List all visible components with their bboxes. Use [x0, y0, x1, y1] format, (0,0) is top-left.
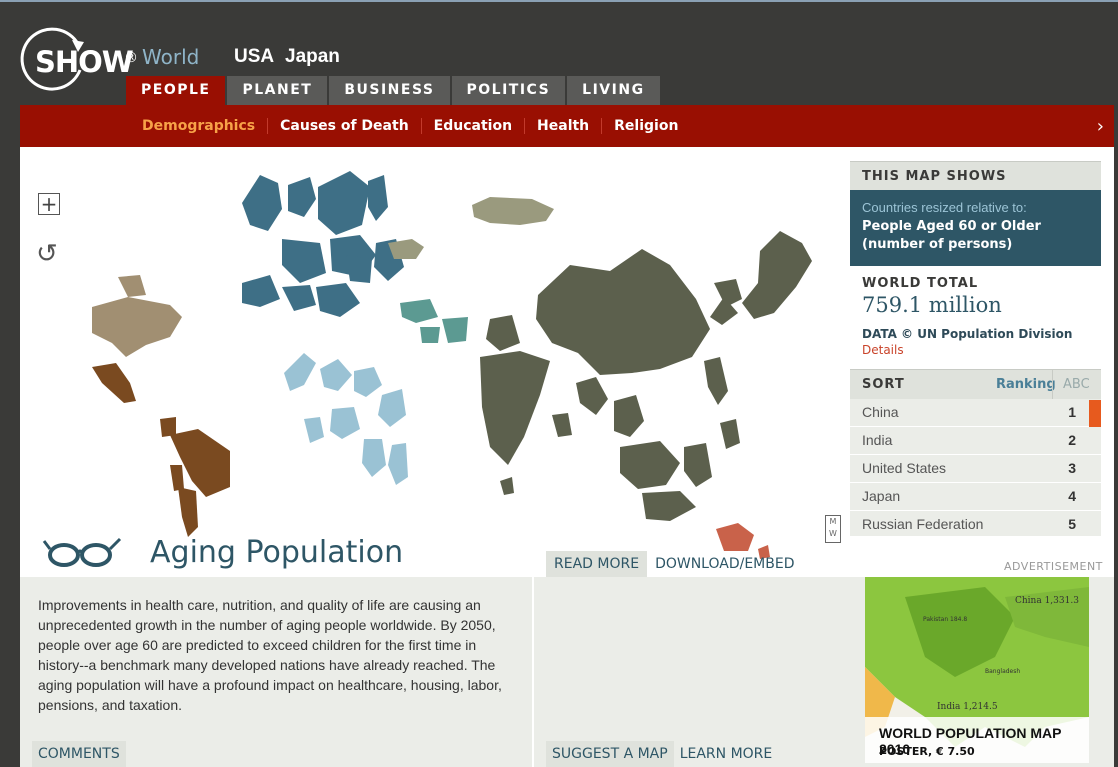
svg-text:Bangladesh: Bangladesh	[985, 668, 1020, 675]
top-border	[0, 0, 1118, 2]
sort-ranking-button[interactable]: Ranking	[996, 370, 1056, 399]
rank-country: United States	[862, 460, 947, 476]
rank-country: Japan	[862, 488, 901, 504]
logo-registered: ®	[124, 50, 138, 66]
suggest-map-button[interactable]: SUGGEST A MAP	[546, 741, 674, 767]
list-item[interactable]: Japan 4	[850, 483, 1101, 511]
mw-badge: MW	[825, 515, 841, 543]
tab-people[interactable]: PEOPLE	[126, 76, 226, 105]
action-links: READ MORE DOWNLOAD/EMBED	[546, 551, 802, 577]
learn-more-button[interactable]: LEARN MORE	[674, 741, 779, 767]
scrollbar-thumb[interactable]	[1089, 400, 1101, 427]
chevron-right-icon[interactable]: ›	[1097, 116, 1104, 137]
main-tabs: PEOPLE PLANET BUSINESS POLITICS LIVING	[126, 76, 662, 105]
subnav-causes-of-death[interactable]: Causes of Death	[267, 118, 421, 134]
map-shows-header: THIS MAP SHOWS	[850, 161, 1101, 190]
poster-ad[interactable]: China 1,331.3 Pakistan 184.8 Bangladesh …	[865, 577, 1089, 763]
region-russia[interactable]	[472, 197, 554, 225]
list-item[interactable]: India 2	[850, 427, 1101, 455]
list-item[interactable]: China 1	[850, 399, 1101, 427]
region-usa[interactable]	[92, 297, 182, 357]
map-shows-value-1: People Aged 60 or Older	[862, 219, 1041, 234]
country-link-japan[interactable]: Japan	[285, 46, 340, 68]
region-europe[interactable]	[242, 171, 404, 317]
details-link[interactable]: Details	[862, 343, 1089, 357]
rank-country: China	[862, 404, 899, 420]
advertisement-label: ADVERTISEMENT	[1004, 560, 1103, 573]
region-middle-east[interactable]	[400, 299, 468, 343]
links-panel: SUGGEST A MAP LEARN MORE	[534, 577, 850, 767]
read-more-button[interactable]: READ MORE	[546, 551, 648, 577]
sidebar: THIS MAP SHOWS Countries resized relativ…	[850, 161, 1101, 539]
region-asia[interactable]	[480, 231, 812, 521]
header: SHOW ® World USA Japan PEOPLE PLANET BUS…	[0, 0, 1118, 105]
subnav-demographics[interactable]: Demographics	[130, 118, 267, 134]
map-shows-value-2: (number of persons)	[862, 237, 1013, 252]
sub-navigation: Demographics Causes of Death Education H…	[20, 105, 1114, 147]
map-shows-box: Countries resized relative to: People Ag…	[850, 190, 1101, 266]
sort-header: SORT Ranking ABC	[850, 369, 1101, 399]
world-total-label: WORLD TOTAL	[862, 276, 979, 291]
list-item[interactable]: Russian Federation 5	[850, 511, 1101, 539]
ranking-list[interactable]: China 1 India 2 United States 3 Japan 4 Russ…	[850, 399, 1101, 539]
tab-business[interactable]: BUSINESS	[329, 76, 450, 105]
region-latin-america[interactable]	[92, 363, 230, 537]
map-shows-label: Countries resized relative to:	[862, 200, 1027, 215]
list-item[interactable]: United States 3	[850, 455, 1101, 483]
rank-number: 5	[1068, 516, 1076, 532]
description-text: Improvements in health care, nutrition, …	[38, 597, 502, 713]
svg-text:Pakistan 184.8: Pakistan 184.8	[923, 616, 967, 623]
tab-living[interactable]: LIVING	[567, 76, 660, 105]
region-australia[interactable]	[716, 523, 754, 551]
logo-show-text[interactable]: SHOW	[35, 45, 134, 79]
world-cartogram[interactable]	[20, 147, 850, 577]
tab-politics[interactable]: POLITICS	[451, 76, 566, 105]
rank-number: 4	[1068, 488, 1076, 504]
cartogram-map[interactable]: + ↺ M W	[20, 147, 850, 577]
country-link-usa[interactable]: USA	[234, 46, 274, 68]
svg-text:China 1,331.3: China 1,331.3	[1015, 596, 1079, 606]
logo-world-text[interactable]: World	[142, 45, 199, 69]
rank-number: 2	[1068, 432, 1076, 448]
region-africa[interactable]	[284, 353, 408, 485]
main-content: + ↺ M W THIS MAP SHOWS Countries resized…	[20, 147, 1114, 767]
ad-price: POSTER, € 7.50	[879, 745, 975, 758]
subnav-religion[interactable]: Religion	[601, 118, 690, 134]
subnav-health[interactable]: Health	[524, 118, 601, 134]
ad-panel: China 1,331.3 Pakistan 184.8 Bangladesh …	[850, 577, 1114, 767]
rank-country: Russian Federation	[862, 516, 984, 532]
rank-country: India	[862, 432, 893, 448]
region-canada[interactable]	[118, 275, 146, 297]
rank-number: 1	[1068, 404, 1076, 420]
description-panel: Improvements in health care, nutrition, …	[20, 577, 532, 767]
world-total: WORLD TOTAL 759.1 million DATA © UN Popu…	[850, 266, 1101, 357]
sort-abc-button[interactable]: ABC	[1052, 370, 1090, 399]
comments-button[interactable]: COMMENTS	[32, 741, 126, 767]
subnav-education[interactable]: Education	[420, 118, 524, 134]
download-embed-button[interactable]: DOWNLOAD/EMBED	[647, 551, 802, 577]
data-source: DATA © UN Population Division	[862, 327, 1073, 341]
world-total-value: 759.1 million	[862, 293, 1002, 317]
page-title: Aging Population	[150, 535, 404, 570]
sort-label: SORT	[862, 377, 905, 392]
rank-number: 3	[1068, 460, 1076, 476]
tab-planet[interactable]: PLANET	[227, 76, 328, 105]
svg-text:India 1,214.5: India 1,214.5	[937, 702, 998, 712]
